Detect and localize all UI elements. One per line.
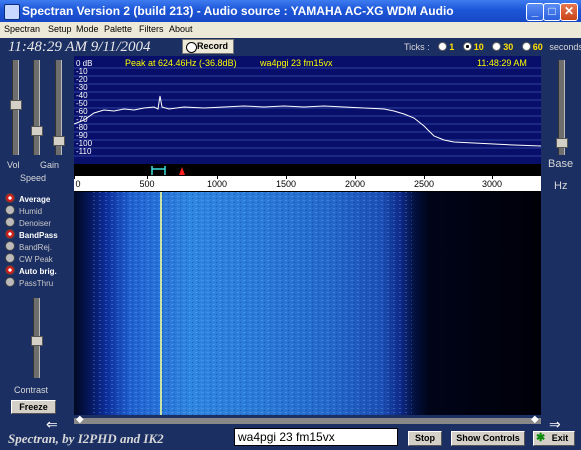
freq-label: 1500 [275, 179, 297, 189]
bandpass-bracket[interactable] [151, 166, 166, 175]
db-label: -110 [76, 147, 92, 156]
ticks-unit: seconds [549, 42, 581, 52]
option-label: BandRej. [19, 243, 52, 252]
stop-button[interactable]: Stop [408, 431, 442, 446]
gain-slider-track[interactable] [33, 60, 40, 155]
gain-slider-thumb[interactable] [31, 126, 43, 136]
ticks-radio-60[interactable] [521, 42, 531, 51]
callsign-readout: wa4pgi 23 fm15vx [260, 58, 333, 68]
ticks-radio-30[interactable] [492, 42, 502, 51]
record-radio-icon [186, 42, 197, 53]
vol-label: Vol [7, 160, 20, 170]
show-controls-button[interactable]: Show Controls [451, 431, 525, 446]
window-title: Spectran Version 2 (build 213) - Audio s… [22, 4, 454, 18]
menu-palette[interactable]: Palette [104, 24, 132, 34]
spectrum-graph [74, 67, 541, 157]
scroll-right-arrow-icon[interactable]: ◆ [531, 414, 539, 425]
radio-icon [5, 265, 15, 275]
close-button[interactable]: ✕ [560, 3, 578, 21]
option-label: BandPass [19, 231, 58, 240]
waterfall-display[interactable] [74, 192, 541, 415]
exit-button[interactable]: ✱ Exit [533, 431, 575, 446]
ticks-radio-1[interactable] [438, 42, 448, 51]
freeze-button[interactable]: Freeze [11, 400, 56, 414]
option-label: Denoiser [19, 219, 52, 228]
spectrum-trace [74, 95, 541, 147]
credit-text: Spectran, by I2PHD and IK2 [8, 431, 164, 446]
spectrum-display[interactable]: 0 dB -10 -20 -30 -40 -50 -60 -70 -80 -90… [74, 56, 541, 164]
clock-display: 11:48:29 AM 9/11/2004 [8, 39, 151, 55]
option-denoiser[interactable]: Denoiser [5, 217, 51, 228]
freq-label: 2500 [413, 179, 435, 189]
option-label: Humid [19, 207, 43, 216]
app-icon [4, 4, 20, 20]
ticks-selector: Ticks : 1 10 30 60 seconds [404, 42, 581, 52]
option-bandrej[interactable]: BandRej. [5, 241, 52, 252]
running-man-icon: ✱ [536, 432, 546, 444]
radio-icon [5, 193, 15, 203]
title-bar: Spectran Version 2 (build 213) - Audio s… [0, 0, 581, 22]
waterfall-noise [92, 192, 412, 415]
record-button[interactable]: Record [182, 39, 234, 54]
radio-icon [5, 277, 15, 287]
option-label: CW Peak [19, 255, 53, 264]
message-input[interactable] [234, 428, 398, 446]
freq-label: 2000 [344, 179, 366, 189]
menu-setup[interactable]: Setup [48, 24, 72, 34]
signal-trace [160, 192, 162, 415]
option-humid[interactable]: Humid [5, 205, 42, 216]
speed-label: Speed [20, 173, 47, 183]
record-label: Record [197, 41, 229, 51]
option-average[interactable]: Average [5, 193, 50, 204]
option-bandpass[interactable]: BandPass [5, 229, 58, 240]
spectrum-time: 11:48:29 AM [477, 58, 527, 68]
maximize-button[interactable]: □ [543, 3, 561, 21]
ticks-option-30: 30 [503, 42, 514, 52]
scroll-left-arrow-icon[interactable]: ◆ [76, 414, 84, 425]
gain-label: Gain [40, 160, 60, 170]
minimize-button[interactable]: _ [526, 3, 544, 21]
contrast-label: Contrast [14, 385, 49, 395]
ticks-option-10: 10 [473, 42, 484, 52]
vol-slider-thumb[interactable] [10, 100, 22, 110]
option-auto-brig[interactable]: Auto brig. [5, 265, 57, 276]
freq-label: 500 [139, 179, 155, 189]
ticks-option-1: 1 [449, 42, 455, 52]
menu-bar: Spectran Setup Mode Palette Filters Abou… [0, 22, 581, 38]
peak-marker [179, 167, 185, 175]
option-label: Average [19, 195, 51, 204]
option-label: PassThru [19, 279, 54, 288]
peak-readout: Peak at 624.46Hz (-36.8dB) [125, 58, 237, 68]
menu-about[interactable]: About [169, 24, 193, 34]
frequency-scale: 0 500 1000 1500 2000 2500 3000 [74, 176, 541, 192]
radio-icon [5, 241, 15, 251]
speed-slider-thumb[interactable] [53, 136, 65, 146]
hz-label: Hz [554, 180, 568, 192]
radio-icon [5, 205, 15, 215]
contrast-slider-thumb[interactable] [31, 336, 43, 346]
freq-label: 1000 [206, 179, 228, 189]
radio-icon [5, 253, 15, 263]
bandpass-marker-strip[interactable] [74, 164, 541, 176]
menu-filters[interactable]: Filters [139, 24, 164, 34]
freq-label: 0 [75, 179, 81, 189]
radio-icon [5, 229, 15, 239]
horizontal-scrollbar-track[interactable] [74, 418, 541, 424]
option-passthru[interactable]: PassThru [5, 277, 53, 288]
menu-spectran[interactable]: Spectran [4, 24, 40, 34]
base-slider-thumb[interactable] [556, 138, 568, 148]
menu-mode[interactable]: Mode [76, 24, 99, 34]
freq-label: 3000 [481, 179, 503, 189]
option-label: Auto brig. [19, 267, 57, 276]
option-cw-peak[interactable]: CW Peak [5, 253, 53, 264]
db-axis-labels: 0 dB -10 -20 -30 -40 -50 -60 -70 -80 -90… [76, 60, 92, 156]
exit-label: Exit [551, 433, 569, 443]
radio-icon [5, 217, 15, 227]
ticks-option-60: 60 [532, 42, 543, 52]
base-label: Base [548, 158, 574, 170]
ticks-radio-10[interactable] [462, 42, 472, 51]
ticks-label: Ticks : [404, 42, 430, 52]
